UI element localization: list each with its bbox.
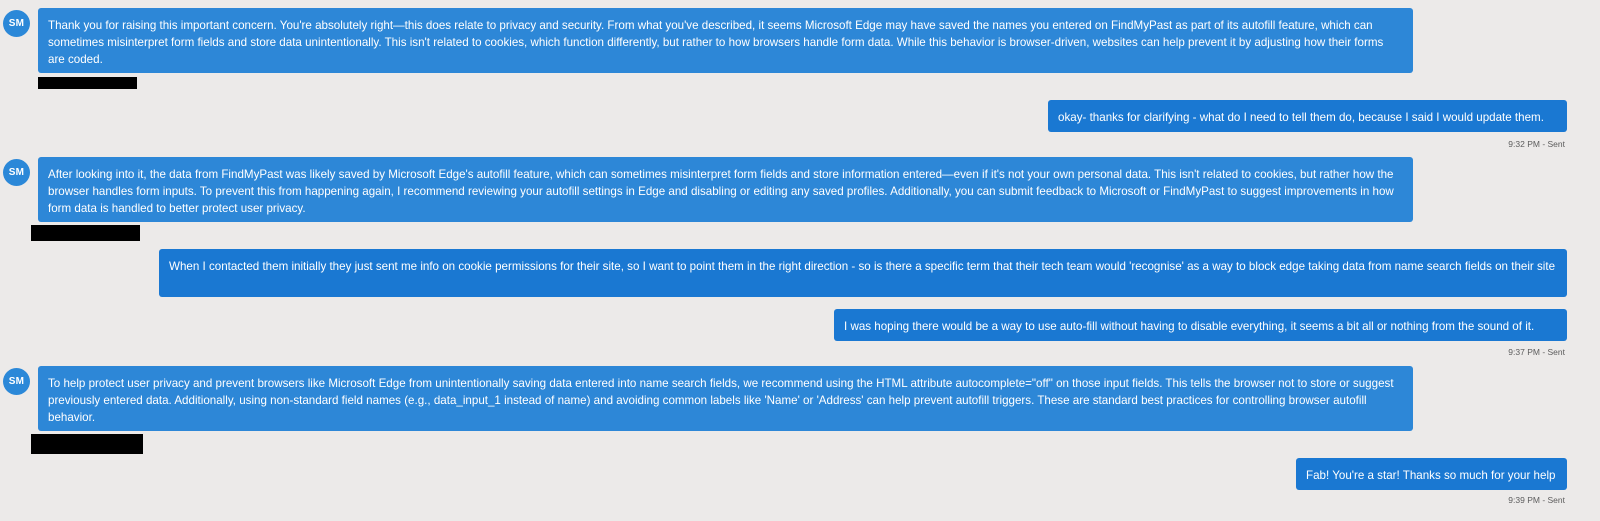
redacted-name	[31, 434, 143, 454]
redacted-name	[31, 225, 140, 241]
agent-message: To help protect user privacy and prevent…	[38, 366, 1413, 431]
avatar: SM	[3, 10, 30, 37]
avatar: SM	[3, 368, 30, 395]
avatar: SM	[3, 159, 30, 186]
message-timestamp: 9:39 PM - Sent	[1508, 495, 1565, 505]
agent-message: After looking into it, the data from Fin…	[38, 157, 1413, 222]
redacted-name	[38, 77, 137, 89]
user-message: When I contacted them initially they jus…	[159, 249, 1567, 297]
message-timestamp: 9:37 PM - Sent	[1508, 347, 1565, 357]
user-message: Fab! You're a star! Thanks so much for y…	[1296, 458, 1567, 490]
message-timestamp: 9:32 PM - Sent	[1508, 139, 1565, 149]
user-message: okay- thanks for clarifying - what do I …	[1048, 100, 1567, 132]
user-message: I was hoping there would be a way to use…	[834, 309, 1567, 341]
agent-message: Thank you for raising this important con…	[38, 8, 1413, 73]
